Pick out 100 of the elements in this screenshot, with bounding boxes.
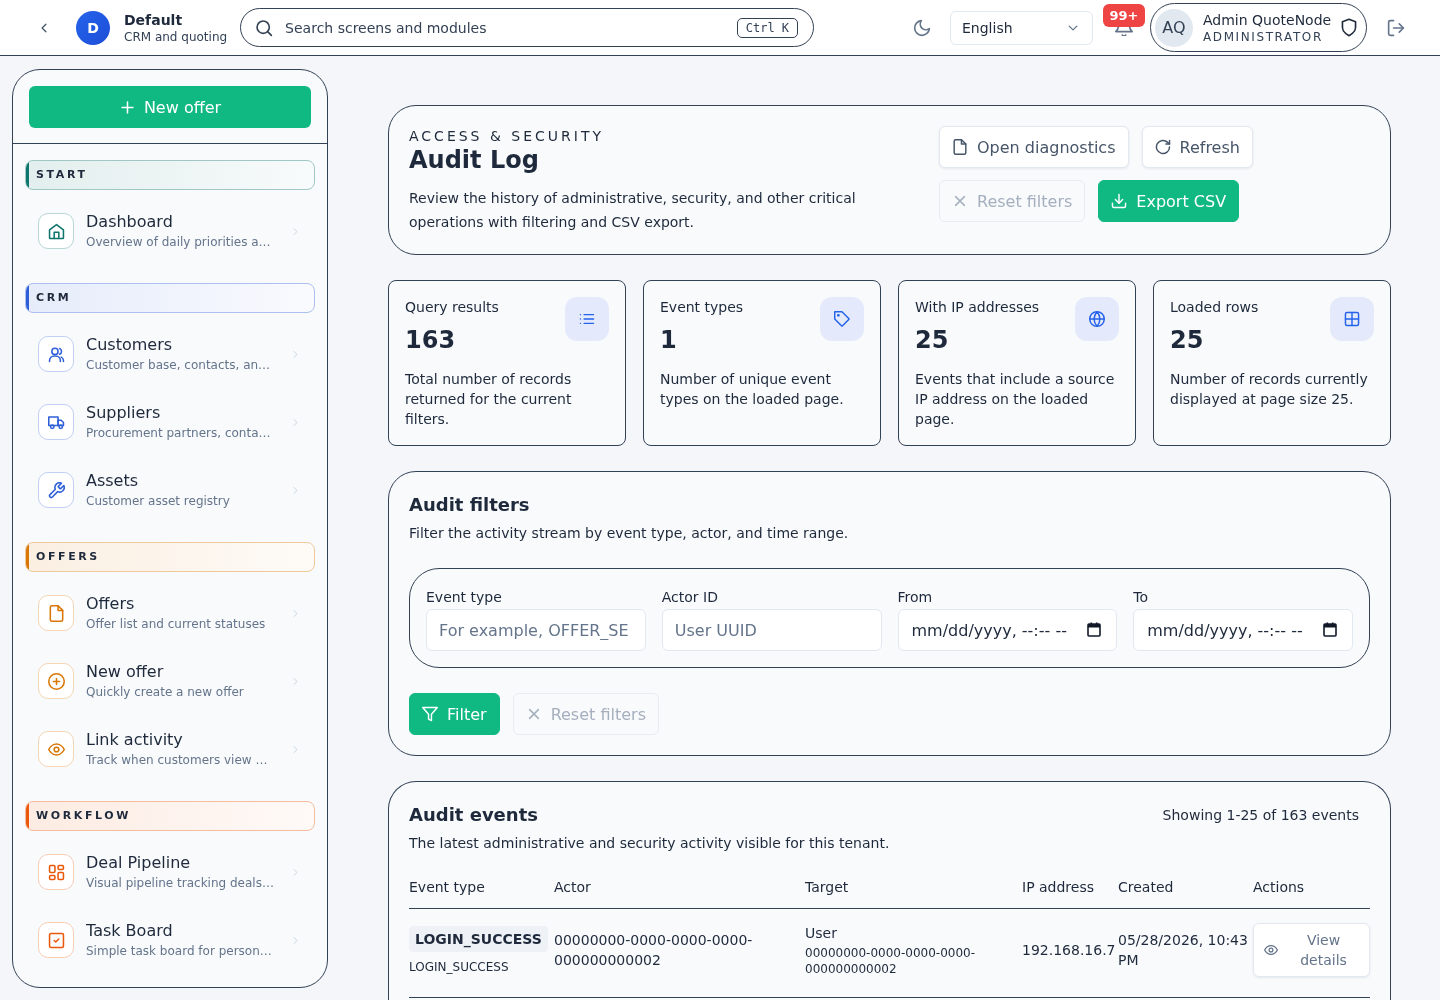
keyboard-shortcut: Ctrl K xyxy=(736,18,799,38)
nav-item-description: Track when customers view … xyxy=(86,752,269,769)
globe-icon xyxy=(1075,297,1119,341)
filter-icon xyxy=(422,706,438,722)
text-field[interactable]: For example, OFFER_SE xyxy=(426,609,646,651)
wrench-icon xyxy=(38,472,74,508)
table-cell-text: 192.168.16.7 xyxy=(1022,941,1117,960)
event-type-badge: LOGIN_SUCCESS xyxy=(409,925,548,952)
house-icon xyxy=(38,213,74,249)
calendar-icon[interactable] xyxy=(1323,622,1337,637)
card-description: The latest administrative and security activity visible for this tenant. xyxy=(409,834,891,853)
brand-subtitle: CRM and quoting xyxy=(124,28,228,45)
eye-icon xyxy=(38,731,74,767)
chevron-right-icon xyxy=(290,934,301,946)
chevron-right-icon xyxy=(290,348,301,360)
field-label: Event type xyxy=(426,588,503,607)
document-icon xyxy=(38,595,74,631)
brand-logo: D xyxy=(76,10,110,45)
event-code: LOGIN_SUCCESS xyxy=(409,958,510,975)
nav-item-description: Procurement partners, conta… xyxy=(86,425,272,442)
chevron-right-icon xyxy=(290,675,301,687)
nav-item-description: Overview of daily priorities a… xyxy=(86,234,272,251)
cross-icon xyxy=(952,193,968,209)
refresh-button[interactable]: Refresh xyxy=(1141,126,1253,168)
user-avatar: AQ xyxy=(1155,8,1193,47)
nav-item-description: Customer base, contacts, an… xyxy=(86,357,272,374)
nav-item-description: Quickly create a new offer xyxy=(86,684,245,701)
nav-item-label[interactable]: Offers xyxy=(86,593,286,614)
moon-icon[interactable] xyxy=(913,18,931,37)
nav-item-label[interactable]: Suppliers xyxy=(86,402,286,423)
chevron-right-icon xyxy=(290,484,301,496)
tiles-icon xyxy=(38,854,74,890)
stat-label: With IP addresses xyxy=(915,298,1040,317)
results-summary: Showing 1-25 of 163 events xyxy=(1162,806,1359,825)
search-icon xyxy=(255,19,274,37)
nav-item-label[interactable]: Customers xyxy=(86,334,286,355)
nav-item-description: Customer asset registry xyxy=(86,493,231,510)
date-field[interactable]: mm/dd/yyyy, --:-- -- xyxy=(897,609,1118,651)
notification-badge: 99+ xyxy=(1103,3,1145,27)
diagnostics-button[interactable]: Open diagnostics xyxy=(939,126,1129,168)
chevron-right-icon xyxy=(290,743,301,755)
document-icon xyxy=(952,139,968,155)
stat-value: 163 xyxy=(405,326,457,354)
nav-item-description: Simple task board for person… xyxy=(86,943,273,960)
target-type: User xyxy=(805,924,838,943)
column-header: Actions xyxy=(1253,870,1370,909)
list-icon xyxy=(565,297,609,341)
nav-item-description: Visual pipeline tracking deals… xyxy=(86,875,275,892)
page-description: Review the history of administrative, security, and other critical operations with filtering and CSV export. xyxy=(409,189,857,232)
section-title: START xyxy=(36,168,88,182)
column-header: IP address xyxy=(1022,870,1118,909)
stat-description: Events that include a source IP address on the loaded page. xyxy=(915,370,1116,429)
stat-value: 1 xyxy=(660,326,678,354)
stat-description: Total number of records returned for the current filters. xyxy=(405,370,573,429)
nav-item-label[interactable]: Deal Pipeline xyxy=(86,852,286,873)
view-details-button[interactable]: View details xyxy=(1253,923,1370,977)
people-icon xyxy=(38,336,74,372)
nav-item-label[interactable]: New offer xyxy=(86,661,286,682)
nav-item-description: Offer list and current statuses xyxy=(86,616,267,633)
column-header: Target xyxy=(805,870,1022,909)
tag-icon xyxy=(820,297,864,341)
section-title: CRM xyxy=(36,291,72,305)
bell-icon[interactable] xyxy=(1115,26,1133,36)
user-name: Admin QuoteNode xyxy=(1203,10,1333,29)
truck-icon xyxy=(38,404,74,440)
field-label: Actor ID xyxy=(661,588,719,607)
shield-icon xyxy=(1340,18,1358,37)
nav-item-label[interactable]: Assets xyxy=(86,470,286,491)
nav-item-label[interactable]: Task Board xyxy=(86,920,286,941)
card-title: Audit filters xyxy=(409,493,531,517)
user-menu[interactable]: AQ Admin QuoteNode ADMINISTRATOR xyxy=(1150,3,1367,52)
table-cell-text: 05/28/2026, 10:43 PM xyxy=(1118,931,1249,970)
card-title: Audit events xyxy=(409,803,538,827)
field-label: To xyxy=(1133,588,1149,607)
target-id: 00000000-0000-0000-0000-000000000002 xyxy=(805,945,976,977)
calendar-icon[interactable] xyxy=(1087,622,1102,637)
plus-icon xyxy=(118,98,136,116)
text-field[interactable]: User UUID xyxy=(661,609,882,651)
chevron-right-icon xyxy=(290,607,301,619)
chevron-right-icon xyxy=(290,866,301,878)
stat-label: Loaded rows xyxy=(1170,298,1259,317)
column-header: Event type xyxy=(409,870,554,909)
stat-value: 25 xyxy=(1170,326,1205,354)
column-header: Created xyxy=(1118,870,1253,909)
eye-icon xyxy=(1264,943,1278,957)
logout-icon[interactable] xyxy=(1387,18,1405,37)
stat-description: Number of unique event types on the loaded page. xyxy=(660,370,845,409)
refresh-icon xyxy=(1154,139,1171,155)
date-field[interactable]: mm/dd/yyyy, --:-- -- xyxy=(1133,609,1353,651)
field-label: From xyxy=(897,588,934,607)
nav-item-label[interactable]: Dashboard xyxy=(86,211,286,232)
language-select[interactable]: English xyxy=(950,10,1093,45)
nav-item-label[interactable]: Link activity xyxy=(86,729,286,750)
page-title: Audit Log xyxy=(409,145,540,175)
card-description: Filter the activity stream by event type, actor, and time range. xyxy=(409,524,850,543)
stat-label: Event types xyxy=(660,298,744,317)
stat-value: 25 xyxy=(915,326,950,354)
page-eyebrow: ACCESS & SECURITY xyxy=(409,127,606,145)
section-title: OFFERS xyxy=(36,550,100,564)
grid-icon xyxy=(1330,297,1374,341)
